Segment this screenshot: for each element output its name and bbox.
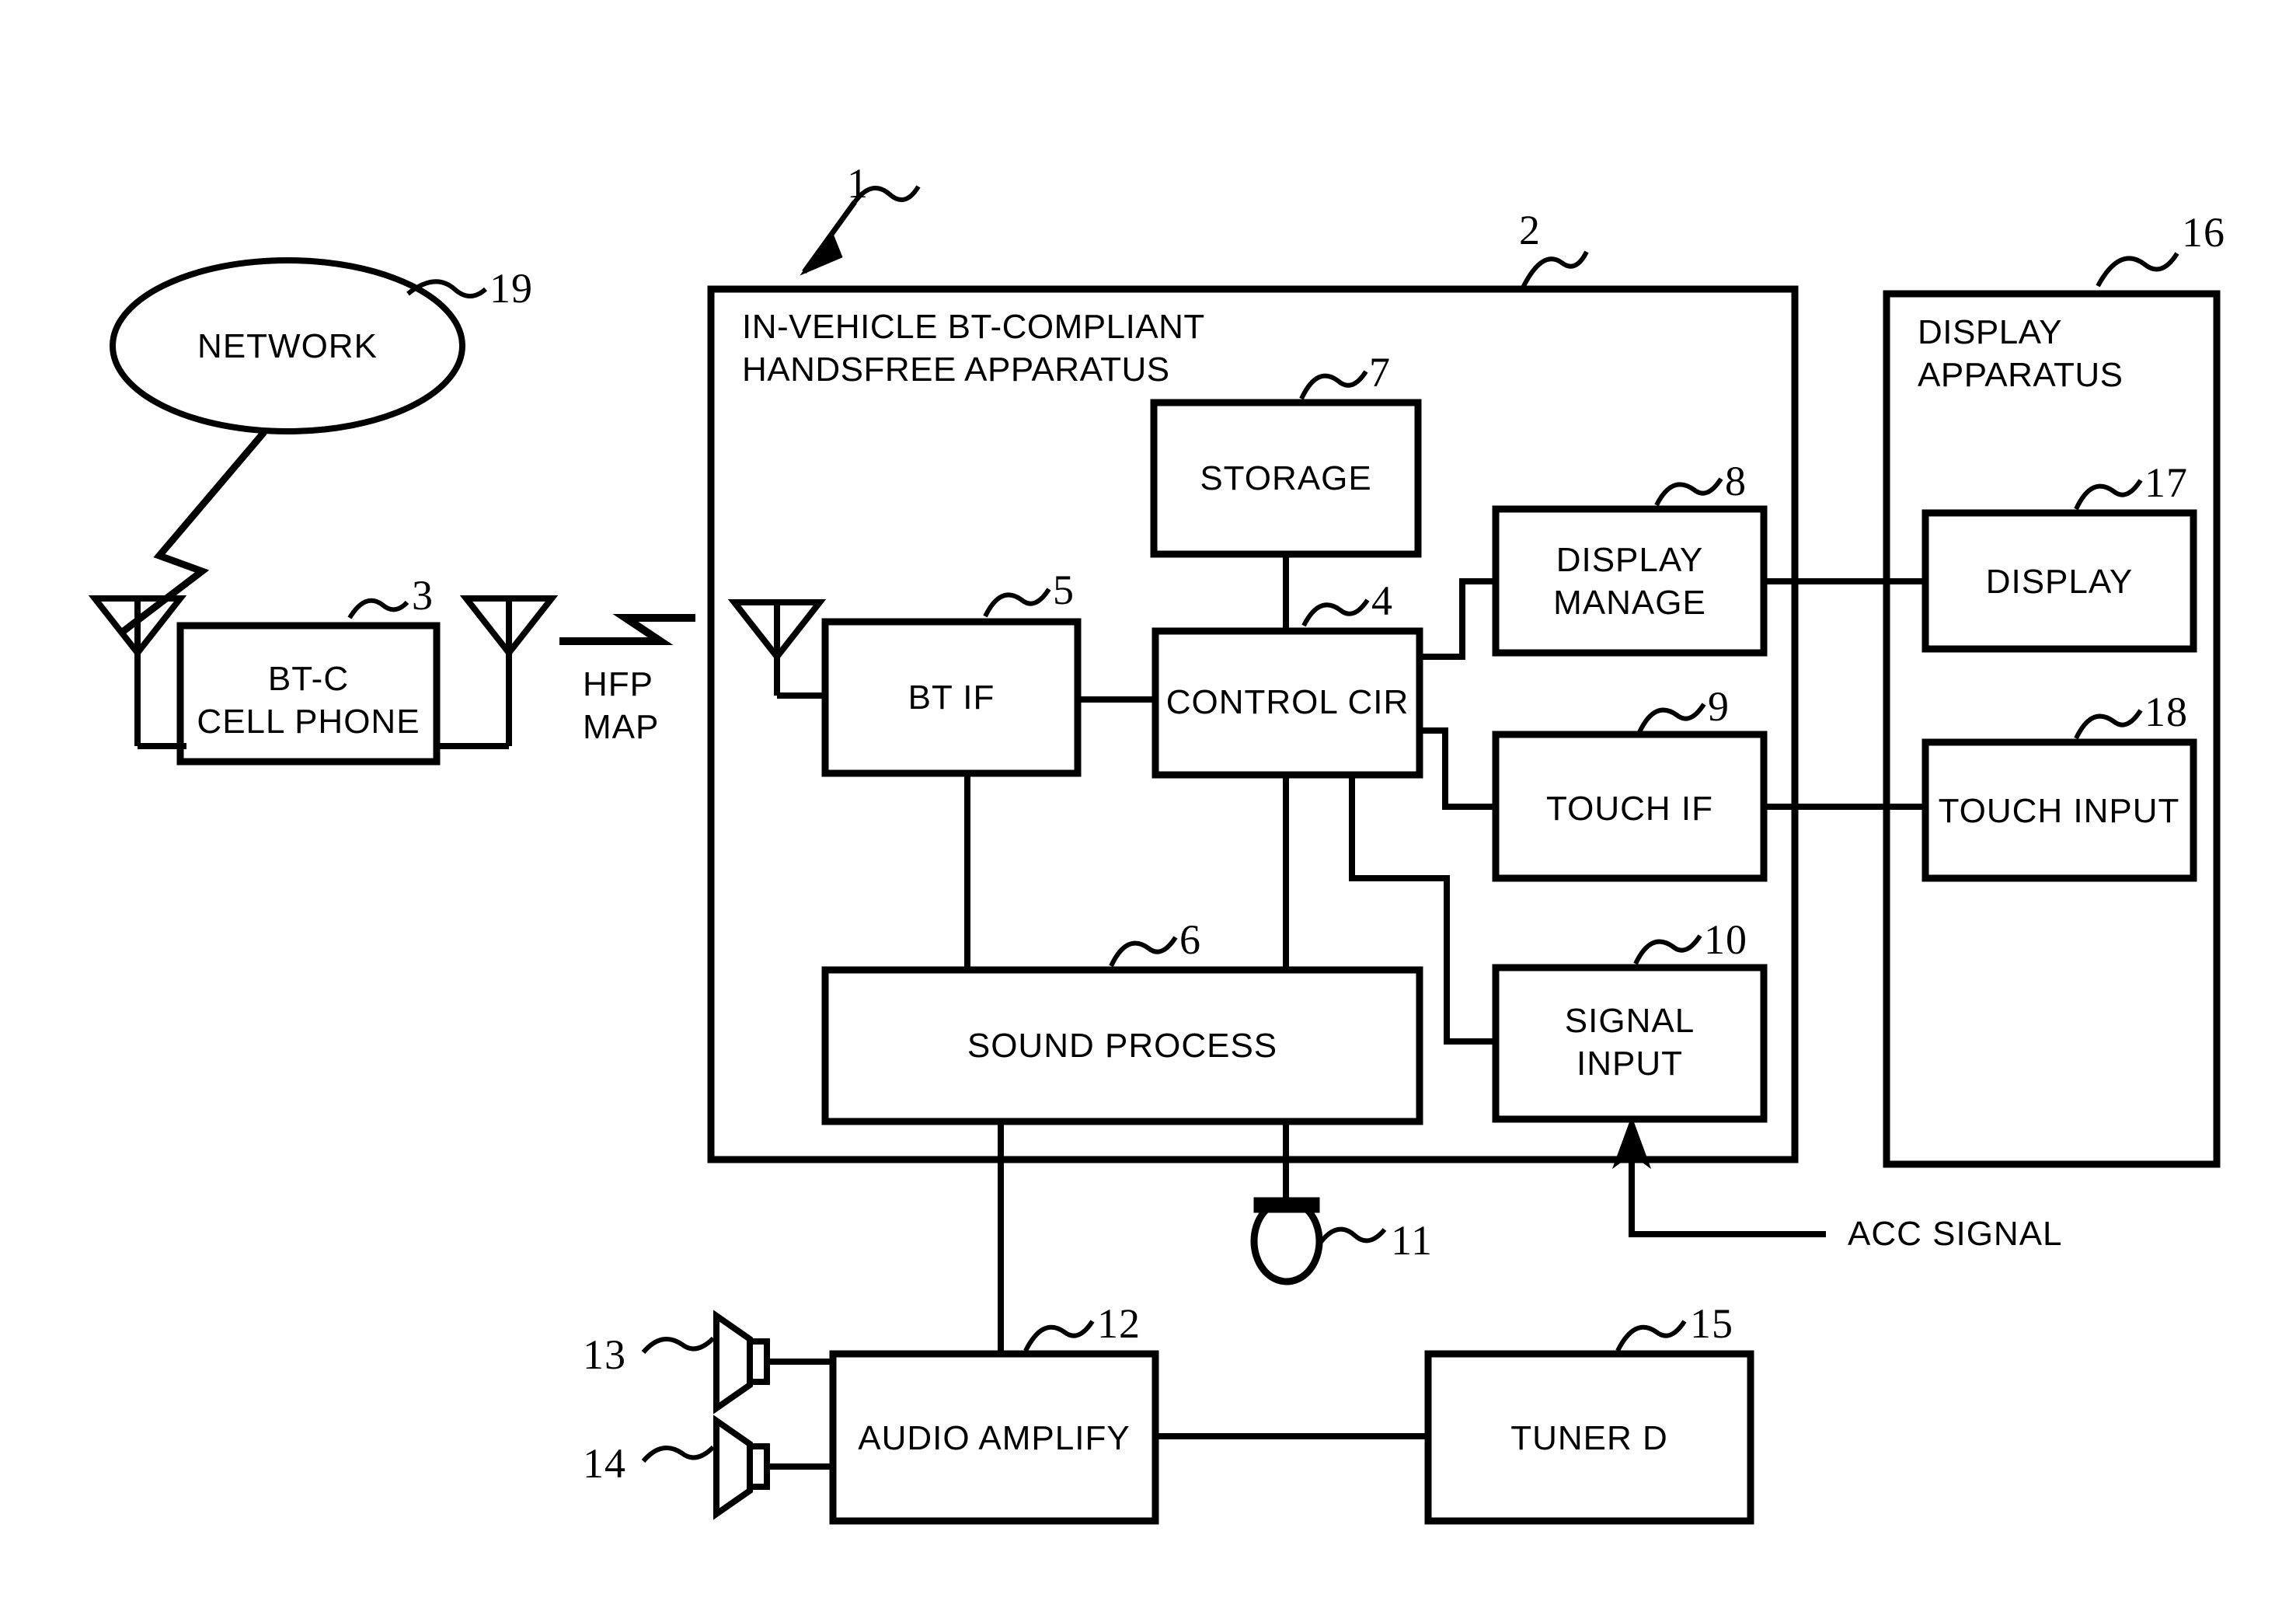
microphone-symbol xyxy=(1250,1197,1323,1285)
speaker-front-symbol xyxy=(713,1310,833,1414)
antenna-cellphone-right xyxy=(437,595,559,749)
wire-control-touchif xyxy=(1420,727,1496,810)
ref-18: 18 xyxy=(2144,689,2188,735)
speaker-rear-symbol xyxy=(713,1414,833,1520)
antenna-internal xyxy=(727,599,827,699)
leader-13 xyxy=(641,1336,716,1355)
rf-link-network xyxy=(118,430,267,637)
display-manage-label-line2: MANAGE xyxy=(1553,584,1706,622)
ref-5: 5 xyxy=(1053,567,1075,613)
touch-input-label: TOUCH INPUT xyxy=(1938,792,2180,830)
rf-link-bt xyxy=(559,614,695,645)
ref-15: 15 xyxy=(1690,1300,1733,1347)
leader-5 xyxy=(983,588,1051,618)
ref-19: 19 xyxy=(490,265,533,312)
touch-if-label: TOUCH IF xyxy=(1546,790,1713,828)
leader-15 xyxy=(1615,1320,1687,1352)
apparatus-title-line2: HANDSFREE APPARATUS xyxy=(742,351,1170,389)
network-label: NETWORK xyxy=(197,327,378,365)
leader-11 xyxy=(1319,1226,1387,1244)
display-manage-box xyxy=(1492,505,1768,657)
ref-13: 13 xyxy=(583,1331,626,1378)
figure-canvas: NETWORK 19 BT-C CELL PHONE 3 HFP MAP IN-… xyxy=(0,0,2296,1615)
display-apparatus-title-line2: APPARATUS xyxy=(1918,356,2124,394)
cell-phone-label-line2: CELL PHONE xyxy=(197,703,420,741)
ref-16: 16 xyxy=(2182,209,2225,256)
storage-label: STORAGE xyxy=(1200,459,1372,497)
leader-arrow-1-head xyxy=(800,229,843,276)
ref-2: 2 xyxy=(1519,207,1541,253)
map-label: MAP xyxy=(583,708,660,746)
ref-4: 4 xyxy=(1371,577,1393,624)
ref-8: 8 xyxy=(1725,458,1747,504)
leader-7 xyxy=(1299,370,1368,400)
ref-11: 11 xyxy=(1391,1217,1433,1264)
ref-10: 10 xyxy=(1704,916,1747,963)
leader-9 xyxy=(1637,703,1706,734)
ref-9: 9 xyxy=(1708,683,1730,730)
leader-16 xyxy=(2096,252,2179,288)
leader-2 xyxy=(1521,250,1589,289)
control-cir-label: CONTROL CIR xyxy=(1165,683,1409,721)
apparatus-title-line1: IN-VEHICLE BT-COMPLIANT xyxy=(742,308,1205,346)
leader-17 xyxy=(2074,479,2143,511)
cell-phone-label-line1: BT-C xyxy=(267,660,350,698)
ref-12: 12 xyxy=(1097,1300,1141,1347)
ref-17: 17 xyxy=(2144,459,2188,506)
audio-amplify-label: AUDIO AMPLIFY xyxy=(858,1419,1131,1457)
hfp-label: HFP xyxy=(583,665,653,703)
leader-4 xyxy=(1301,598,1370,627)
wire-control-signalinput xyxy=(1349,775,1496,1045)
tuner-d-label: TUNER D xyxy=(1510,1419,1668,1457)
display-label: DISPLAY xyxy=(1985,563,2134,601)
leader-18 xyxy=(2074,709,2143,740)
leader-3 xyxy=(347,598,409,619)
leader-6 xyxy=(1109,936,1178,968)
display-manage-label-line1: DISPLAY xyxy=(1556,541,1704,579)
leader-10 xyxy=(1633,934,1702,965)
ref-14: 14 xyxy=(583,1440,626,1487)
acc-signal-label: ACC SIGNAL xyxy=(1848,1215,2063,1253)
ref-1: 1 xyxy=(847,160,869,207)
display-apparatus-title-line1: DISPLAY xyxy=(1918,313,2063,351)
leader-8 xyxy=(1654,477,1723,507)
leader-14 xyxy=(641,1445,716,1463)
signal-input-label-line1: SIGNAL xyxy=(1564,1002,1695,1040)
bt-if-label: BT IF xyxy=(908,678,995,717)
ref-3: 3 xyxy=(412,572,434,619)
ref-7: 7 xyxy=(1369,349,1391,396)
leader-12 xyxy=(1023,1320,1095,1352)
sound-process-label: SOUND PROCESS xyxy=(967,1027,1278,1065)
signal-input-label-line2: INPUT xyxy=(1577,1045,1683,1083)
ref-6: 6 xyxy=(1179,916,1201,963)
wire-control-displaymanage xyxy=(1420,578,1496,660)
